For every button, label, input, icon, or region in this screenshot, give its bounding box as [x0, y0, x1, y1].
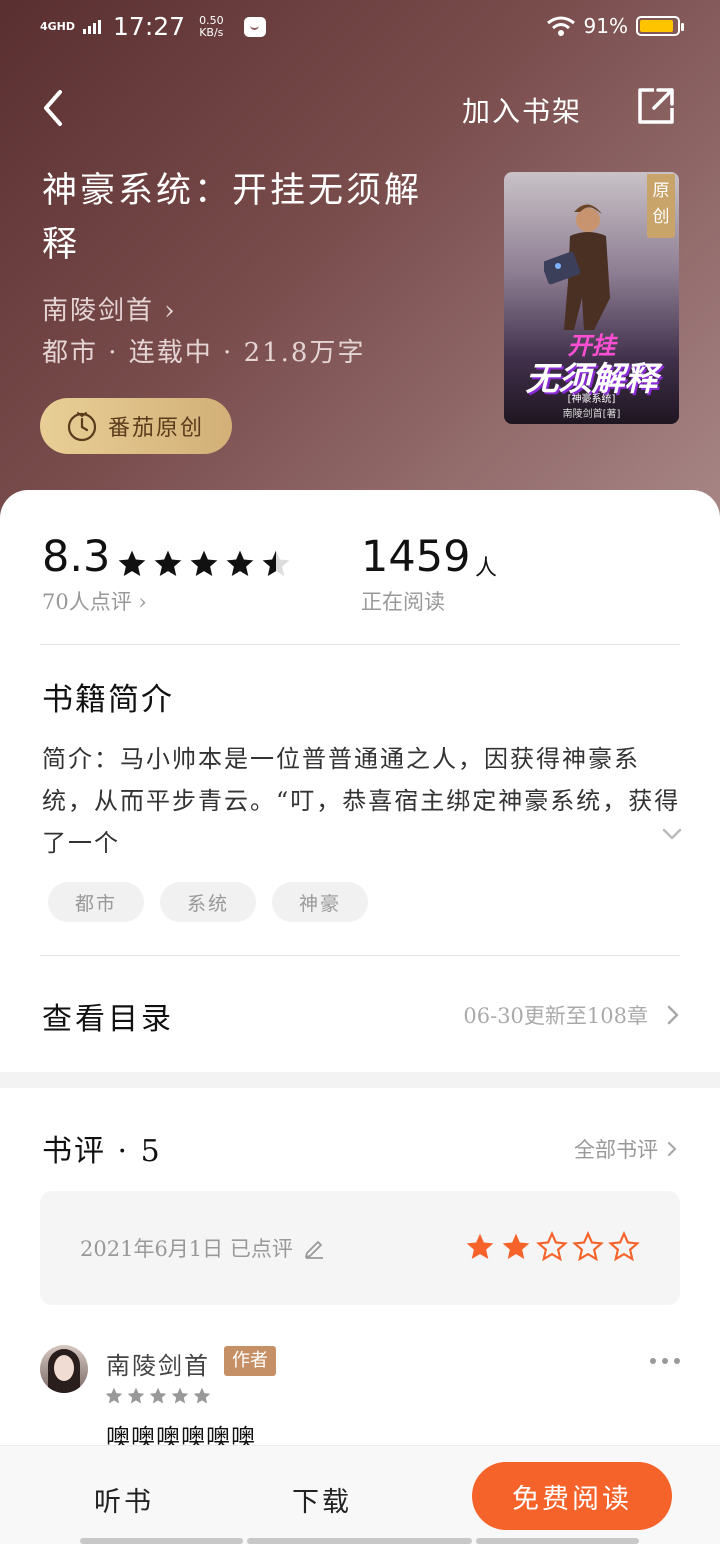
share-icon[interactable]	[636, 86, 676, 126]
all-reviews-link[interactable]: 全部书评	[574, 1134, 678, 1164]
bottom-action-bar: 听书 下载 免费阅读	[0, 1446, 720, 1544]
cover-corner-label: 原创	[647, 174, 675, 238]
comment-stars	[104, 1386, 212, 1406]
star-filled-icon	[127, 1387, 145, 1404]
star-filled-icon	[193, 1387, 211, 1404]
rating-stars	[116, 548, 292, 580]
star-filled-icon	[171, 1387, 189, 1404]
star-empty-icon[interactable]	[608, 1231, 640, 1263]
avatar[interactable]	[40, 1345, 88, 1393]
listen-button[interactable]: 听书	[94, 1480, 154, 1519]
network-speed: 0.50 KB/s	[199, 14, 224, 39]
star-empty-icon[interactable]	[572, 1231, 604, 1263]
catalog-row[interactable]: 查看目录 06-30更新至108章	[0, 956, 720, 1070]
cover-illustration	[544, 204, 610, 330]
tag-urban[interactable]: 都市	[48, 882, 144, 922]
home-indicator	[476, 1538, 639, 1544]
book-title: 神豪系统：开挂无须解释	[42, 171, 423, 265]
catalog-update: 06-30更新至108章	[463, 1004, 648, 1028]
star-half-icon	[262, 550, 290, 576]
download-button[interactable]: 下载	[292, 1480, 352, 1519]
chevron-right-icon	[667, 1141, 677, 1157]
star-filled-icon	[154, 550, 182, 576]
book-meta: 都市 · 连载中 · 21.8万字	[42, 338, 366, 368]
star-filled-icon[interactable]	[464, 1231, 496, 1263]
signal-icon	[83, 19, 102, 34]
star-filled-icon	[105, 1387, 123, 1404]
clock: 17:27	[113, 12, 186, 41]
pencil-icon[interactable]	[303, 1237, 325, 1259]
my-review-date: 2021年6月1日 已点评	[80, 1233, 325, 1263]
readers-unit: 人	[475, 556, 498, 581]
more-dots-icon[interactable]	[648, 1356, 682, 1366]
reviews-heading: 书评 · 5	[42, 1134, 162, 1169]
badge-label: 番茄原创	[108, 416, 205, 441]
tag-list: 都市 系统 神豪	[48, 882, 368, 922]
readers-label: 正在阅读	[361, 590, 445, 614]
divider	[40, 644, 680, 645]
network-type: 4GHD	[40, 19, 76, 33]
book-cover[interactable]: 原创 开挂 无须解释 [神豪系统] 南陵剑首[著]	[504, 172, 679, 424]
all-reviews-label: 全部书评	[574, 1138, 658, 1162]
tomato-icon	[67, 412, 97, 442]
chevron-right-icon	[667, 1005, 679, 1025]
section-gap	[0, 1072, 720, 1088]
cover-subtitle: [神豪系统]	[567, 394, 616, 405]
original-badge[interactable]: 番茄原创	[40, 398, 232, 454]
battery-icon	[636, 16, 684, 36]
intro-fade	[500, 822, 610, 864]
my-rating-stars	[464, 1231, 640, 1263]
my-review-date-label: 2021年6月1日 已点评	[80, 1237, 293, 1261]
cover-author: 南陵剑首[著]	[562, 409, 621, 420]
review-count-link[interactable]: 70人点评 ›	[42, 586, 147, 616]
my-review-card: 2021年6月1日 已点评	[40, 1191, 680, 1305]
battery-percent: 91%	[583, 14, 628, 38]
add-to-shelf-button[interactable]: 加入书架	[462, 90, 582, 130]
intro-heading: 书籍简介	[42, 682, 174, 718]
chevron-down-icon[interactable]	[660, 826, 684, 842]
free-read-button[interactable]: 免费阅读	[472, 1462, 672, 1530]
readers-count: 1459	[361, 532, 471, 582]
battery-fill	[640, 20, 673, 32]
star-empty-icon[interactable]	[536, 1231, 568, 1263]
catalog-label: 查看目录	[42, 1002, 174, 1037]
star-filled-icon	[226, 550, 254, 576]
status-bar: 4GHD 17:27 0.50 KB/s 91%	[0, 0, 720, 54]
home-indicator	[247, 1538, 472, 1544]
home-indicator	[80, 1538, 243, 1544]
avatar-face	[54, 1355, 74, 1381]
notification-icon	[243, 16, 266, 37]
speed-unit: KB/s	[199, 25, 224, 39]
author-tag: 作者	[224, 1346, 276, 1376]
book-header: 4GHD 17:27 0.50 KB/s 91% 加入书架 神豪系统：开挂无须解释…	[0, 0, 720, 520]
star-filled-icon	[190, 550, 218, 576]
star-filled-icon	[149, 1387, 167, 1404]
star-filled-icon	[118, 550, 146, 576]
tag-rich[interactable]: 神豪	[272, 882, 368, 922]
tag-system[interactable]: 系统	[160, 882, 256, 922]
wifi-icon	[546, 16, 575, 36]
chevron-left-icon[interactable]	[38, 88, 72, 128]
star-filled-icon[interactable]	[500, 1231, 532, 1263]
rating-score: 8.3	[42, 532, 111, 582]
author-link[interactable]: 南陵剑首 ›	[42, 290, 177, 327]
comment-author[interactable]: 南陵剑首	[106, 1346, 210, 1381]
